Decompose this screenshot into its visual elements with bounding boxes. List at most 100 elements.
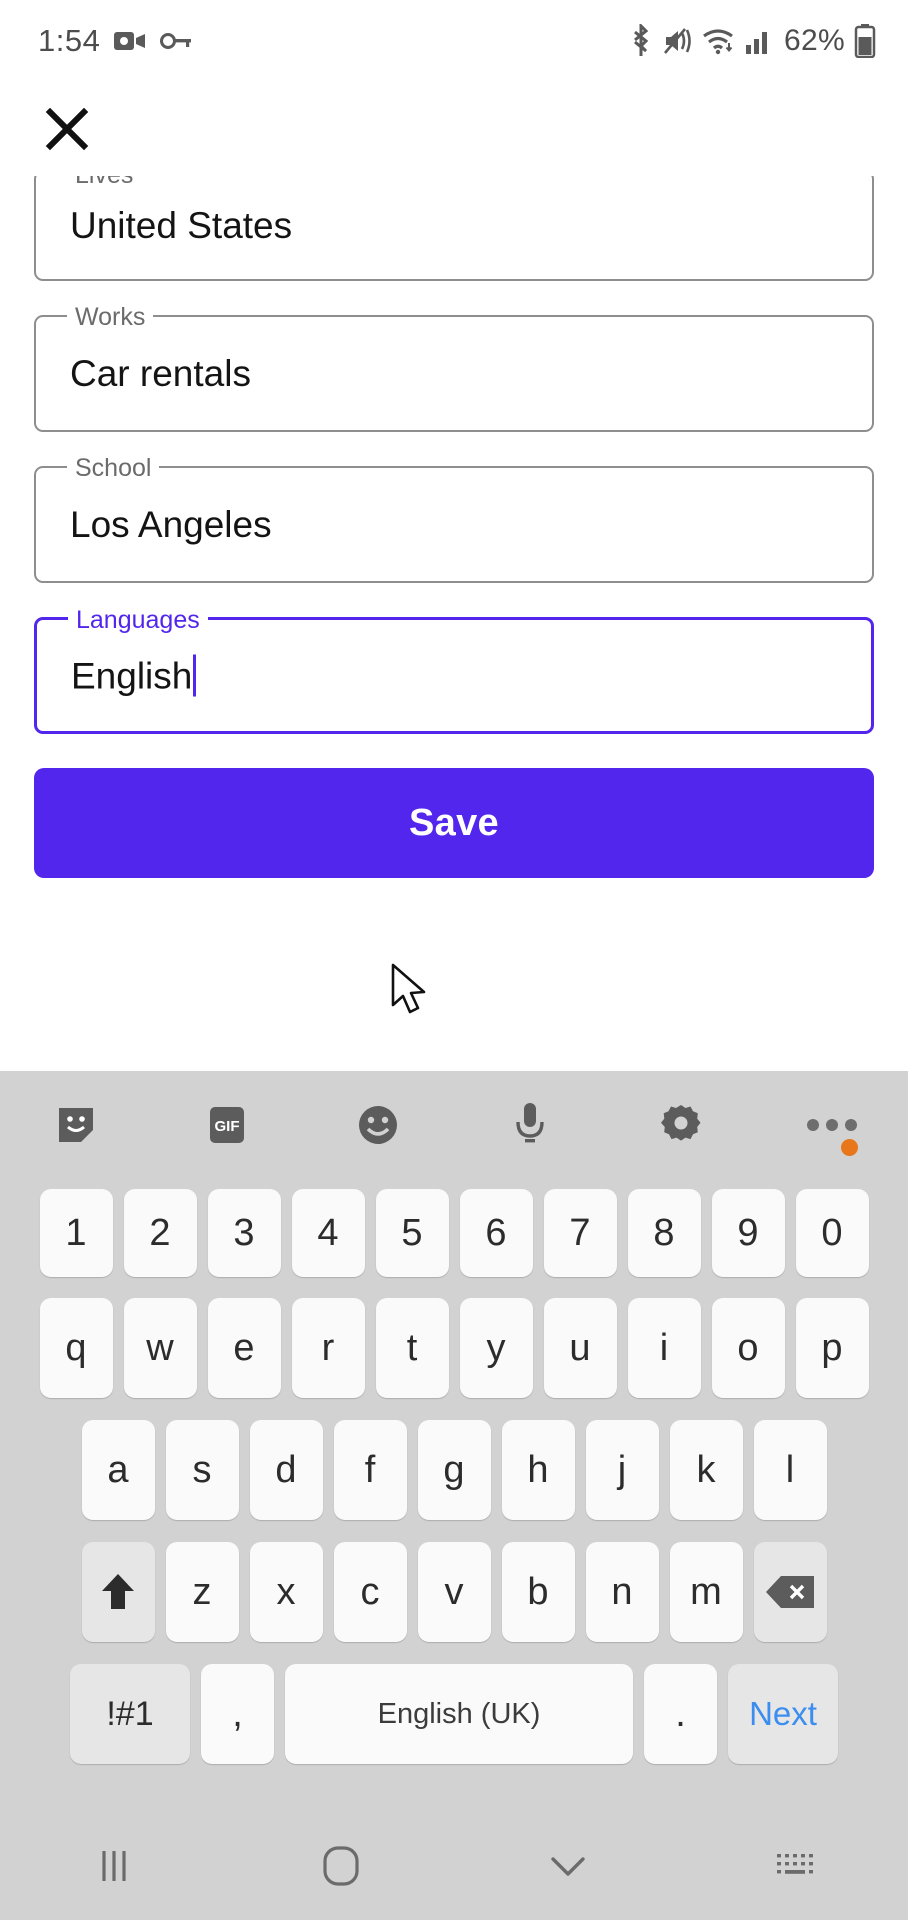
- symbols-key[interactable]: !#1: [70, 1664, 190, 1764]
- key-0[interactable]: 0: [795, 1189, 869, 1277]
- key-u[interactable]: u: [543, 1298, 617, 1398]
- key-s[interactable]: s: [165, 1420, 239, 1520]
- gif-icon: GIF: [205, 1105, 249, 1145]
- field-label-works: Works: [67, 304, 154, 330]
- bluetooth-icon: [628, 24, 654, 58]
- backspace-icon: [764, 1574, 816, 1610]
- keyboard-row-3: z x c v b n m: [0, 1531, 908, 1653]
- period-key[interactable]: .: [644, 1664, 717, 1764]
- battery-icon: [854, 24, 876, 58]
- key-i[interactable]: i: [627, 1298, 701, 1398]
- microphone-icon: [513, 1101, 547, 1149]
- save-button-label: Save: [409, 801, 499, 844]
- keyboard-row-1: q w e r t y u i o p: [0, 1287, 908, 1409]
- key-9[interactable]: 9: [711, 1189, 785, 1277]
- key-7[interactable]: 7: [543, 1189, 617, 1277]
- keyboard-row-numbers: 1 2 3 4 5 6 7 8 9 0: [0, 1179, 908, 1287]
- emoji-button[interactable]: [303, 1102, 454, 1148]
- field-value-school: Los Angeles: [70, 503, 272, 545]
- key-b[interactable]: b: [501, 1542, 575, 1642]
- key-d[interactable]: d: [249, 1420, 323, 1520]
- key-h[interactable]: h: [501, 1420, 575, 1520]
- nav-switch-keyboard-button[interactable]: [681, 1850, 908, 1882]
- keyboard-overflow-button[interactable]: [757, 1117, 908, 1156]
- key-2[interactable]: 2: [123, 1189, 197, 1277]
- recents-icon: [97, 1847, 131, 1885]
- shift-key[interactable]: [81, 1542, 155, 1642]
- voice-input-button[interactable]: [454, 1101, 605, 1149]
- key-p[interactable]: p: [795, 1298, 869, 1398]
- overflow-badge-dot: [840, 1139, 858, 1156]
- key-k[interactable]: k: [669, 1420, 743, 1520]
- overflow-menu-icon: [804, 1117, 860, 1133]
- status-time: 1:54: [38, 23, 101, 58]
- key-n[interactable]: n: [585, 1542, 659, 1642]
- save-button[interactable]: Save: [34, 768, 874, 878]
- key-g[interactable]: g: [417, 1420, 491, 1520]
- key-x[interactable]: x: [249, 1542, 323, 1642]
- key-8[interactable]: 8: [627, 1189, 701, 1277]
- key-w[interactable]: w: [123, 1298, 197, 1398]
- hide-keyboard-icon: [546, 1851, 590, 1881]
- shift-icon: [98, 1571, 138, 1613]
- key-f[interactable]: f: [333, 1420, 407, 1520]
- status-bar-right: 62%: [628, 24, 876, 58]
- key-l[interactable]: l: [753, 1420, 827, 1520]
- status-bar: 1:54 62%: [0, 0, 908, 82]
- field-value-works: Car rentals: [70, 352, 251, 394]
- key-q[interactable]: q: [39, 1298, 113, 1398]
- nav-hide-keyboard-button[interactable]: [454, 1851, 681, 1881]
- keyboard-settings-button[interactable]: [605, 1102, 756, 1148]
- profile-form-scroll[interactable]: Lives United States Works Car rentals Sc…: [0, 176, 908, 1071]
- key-3[interactable]: 3: [207, 1189, 281, 1277]
- key-a[interactable]: a: [81, 1420, 155, 1520]
- key-e[interactable]: e: [207, 1298, 281, 1398]
- key-v[interactable]: v: [417, 1542, 491, 1642]
- nav-home-button[interactable]: [227, 1845, 454, 1887]
- status-bar-left: 1:54: [38, 23, 192, 59]
- field-label-school: School: [67, 455, 160, 481]
- gif-button[interactable]: GIF: [151, 1105, 302, 1145]
- key-j[interactable]: j: [585, 1420, 659, 1520]
- vpn-key-icon: [160, 31, 192, 51]
- field-text-languages: English: [71, 655, 193, 696]
- field-value-languages: English: [71, 654, 197, 697]
- field-school[interactable]: School Los Angeles: [34, 455, 874, 583]
- field-label-lives: Lives: [67, 176, 142, 188]
- key-4[interactable]: 4: [291, 1189, 365, 1277]
- key-m[interactable]: m: [669, 1542, 743, 1642]
- key-c[interactable]: c: [333, 1542, 407, 1642]
- key-6[interactable]: 6: [459, 1189, 533, 1277]
- key-1[interactable]: 1: [39, 1189, 113, 1277]
- key-5[interactable]: 5: [375, 1189, 449, 1277]
- key-z[interactable]: z: [165, 1542, 239, 1642]
- field-lives[interactable]: Lives United States: [34, 176, 874, 281]
- cellular-signal-icon: [745, 27, 775, 55]
- backspace-key[interactable]: [753, 1542, 827, 1642]
- sticker-button[interactable]: [0, 1103, 151, 1147]
- field-label-languages: Languages: [68, 607, 208, 633]
- nav-recents-button[interactable]: [0, 1847, 227, 1885]
- field-works[interactable]: Works Car rentals: [34, 304, 874, 432]
- field-languages[interactable]: Languages English: [34, 607, 874, 734]
- key-r[interactable]: r: [291, 1298, 365, 1398]
- home-icon: [321, 1845, 361, 1887]
- wifi-icon: [702, 27, 736, 55]
- key-t[interactable]: t: [375, 1298, 449, 1398]
- close-button[interactable]: [34, 96, 100, 162]
- battery-percent: 62%: [784, 24, 845, 57]
- phone-screen: 1:54 62% United States Works Car rentals…: [0, 0, 908, 1920]
- mute-vibrate-icon: [663, 25, 693, 57]
- keyboard-row-4: !#1 , English (UK) . Next: [0, 1653, 908, 1775]
- key-o[interactable]: o: [711, 1298, 785, 1398]
- switch-keyboard-icon: [773, 1850, 817, 1882]
- next-key[interactable]: Next: [728, 1664, 838, 1764]
- screen-recorder-icon: [114, 29, 146, 53]
- navigation-bar: [0, 1811, 908, 1920]
- close-icon: [44, 106, 90, 152]
- text-caret: [193, 654, 197, 696]
- keyboard-toolbar: GIF: [0, 1071, 908, 1179]
- space-key[interactable]: English (UK): [285, 1664, 633, 1764]
- comma-key[interactable]: ,: [201, 1664, 274, 1764]
- key-y[interactable]: y: [459, 1298, 533, 1398]
